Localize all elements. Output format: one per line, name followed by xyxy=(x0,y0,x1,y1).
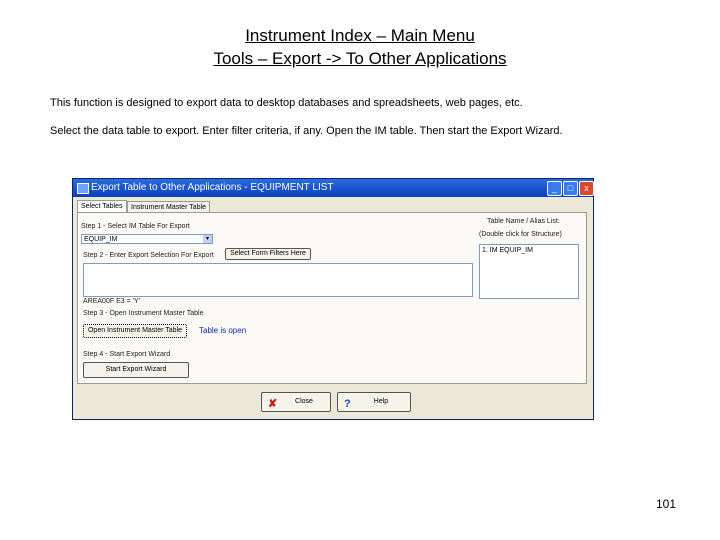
instructions-paragraph: Select the data table to export. Enter f… xyxy=(50,125,563,137)
window-title: Export Table to Other Applications - EQU… xyxy=(91,182,334,193)
help-button-label: Help xyxy=(373,398,389,405)
step1-label: Step 1 - Select IM Table For Export xyxy=(81,223,190,230)
open-im-table-button[interactable]: Open Instrument Master Table xyxy=(83,324,187,338)
alias-list-label: Table Name / Alias List: xyxy=(487,218,560,225)
step3-label: Step 3 - Open Instrument Master Table xyxy=(83,310,204,317)
table-select[interactable]: EQUIP_IM ▾ xyxy=(81,234,213,244)
window-close-button[interactable]: x xyxy=(579,181,594,196)
slide-title-line2: Tools – Export -> To Other Applications xyxy=(213,49,507,68)
maximize-button[interactable]: □ xyxy=(563,181,578,196)
minimize-button[interactable]: _ xyxy=(547,181,562,196)
list-item[interactable]: 1. IM EQUIP_IM xyxy=(482,247,533,254)
alias-list[interactable]: 1. IM EQUIP_IM xyxy=(479,244,579,299)
help-button[interactable]: ? Help xyxy=(337,392,411,412)
export-dialog-window: Export Table to Other Applications - EQU… xyxy=(72,178,594,420)
close-button-label: Close xyxy=(295,398,313,405)
app-icon xyxy=(77,183,89,194)
chevron-down-icon[interactable]: ▾ xyxy=(203,235,212,243)
help-icon: ? xyxy=(344,398,351,410)
start-export-wizard-button[interactable]: Start Export Wizard xyxy=(83,362,189,378)
select-filters-button[interactable]: Select Form Filters Here xyxy=(225,248,311,260)
page-number: 101 xyxy=(655,497,676,511)
slide-title-line1: Instrument Index – Main Menu xyxy=(245,26,475,45)
filter-criteria-field[interactable] xyxy=(83,263,473,297)
unit-filter-text: AREA00F E3 = 'Y' xyxy=(83,298,140,305)
table-status-text: Table is open xyxy=(199,326,247,335)
close-button[interactable]: ✘ Close xyxy=(261,392,331,412)
window-titlebar[interactable]: Export Table to Other Applications - EQU… xyxy=(73,179,594,197)
table-select-value: EQUIP_IM xyxy=(84,236,118,243)
step4-label: Step 4 - Start Export Wizard xyxy=(83,351,171,358)
alias-list-hint: (Double click for Structure) xyxy=(479,231,562,238)
step2-label: Step 2 - Enter Export Selection For Expo… xyxy=(83,252,214,259)
description-paragraph: This function is designed to export data… xyxy=(50,97,523,109)
close-icon: ✘ xyxy=(268,398,278,410)
